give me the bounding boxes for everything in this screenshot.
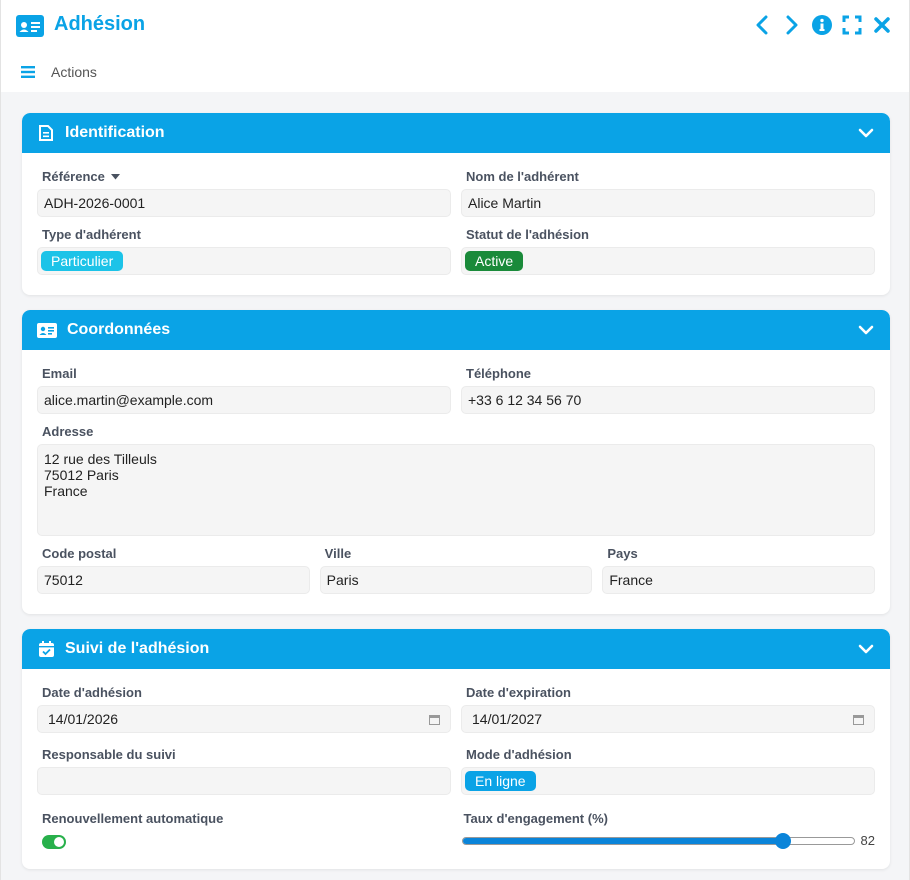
- date-adhesion-field[interactable]: 14/01/2026: [37, 705, 451, 733]
- chevron-left-icon: [756, 15, 768, 35]
- chevron-down-icon[interactable]: [856, 639, 876, 659]
- info-button[interactable]: [811, 14, 833, 36]
- mode-badge: En ligne: [465, 771, 536, 791]
- reference-field[interactable]: ADH-2026-0001: [37, 189, 451, 217]
- engagement-label: Taux d'engagement (%): [463, 811, 608, 826]
- close-button[interactable]: [871, 14, 893, 36]
- code-postal-label: Code postal: [42, 546, 117, 561]
- form-content: Identification Référence ADH-2026-0001 N…: [22, 113, 890, 880]
- telephone-field[interactable]: +33 6 12 34 56 70: [461, 386, 875, 414]
- date-adhesion-label: Date d'adhésion: [42, 685, 142, 700]
- contact-card-icon: [36, 320, 58, 340]
- adresse-field[interactable]: 12 rue des Tilleuls 75012 Paris France: [37, 444, 875, 536]
- caret-down-icon: [110, 174, 120, 180]
- reference-label[interactable]: Référence: [37, 165, 451, 189]
- next-button[interactable]: [781, 14, 803, 36]
- chevron-right-icon: [786, 15, 798, 35]
- slider-fill: [462, 837, 784, 844]
- calendar-check-icon: [36, 639, 56, 659]
- email-field[interactable]: alice.martin@example.com: [37, 386, 451, 414]
- calendar-icon[interactable]: [429, 714, 440, 725]
- ville-field[interactable]: Paris: [319, 566, 593, 594]
- engagement-slider[interactable]: 82: [459, 832, 875, 849]
- fullscreen-button[interactable]: [841, 14, 863, 36]
- adresse-label: Adresse: [42, 424, 94, 439]
- renouvellement-label: Renouvellement automatique: [42, 811, 224, 826]
- slider-track[interactable]: [461, 832, 855, 849]
- slider-value: 82: [860, 833, 875, 848]
- mode-label: Mode d'adhésion: [466, 747, 572, 762]
- status-badge: Active: [465, 251, 524, 271]
- suivi-section: Suivi de l'adhésion Date d'adhésion 14/0…: [22, 629, 890, 869]
- nom-label: Nom de l'adhérent: [466, 169, 579, 184]
- date-expiration-label: Date d'expiration: [466, 685, 571, 700]
- email-label: Email: [42, 366, 77, 381]
- date-expiration-value: 14/01/2027: [472, 711, 543, 727]
- actions-label: Actions: [51, 64, 97, 80]
- date-expiration-field[interactable]: 14/01/2027: [461, 705, 875, 733]
- pays-field[interactable]: France: [602, 566, 876, 594]
- responsable-label: Responsable du suivi: [42, 747, 176, 762]
- chevron-down-icon[interactable]: [856, 320, 876, 340]
- chevron-down-icon[interactable]: [856, 123, 876, 143]
- statut-field[interactable]: Active: [461, 247, 875, 275]
- window-controls: [751, 14, 893, 36]
- code-postal-field[interactable]: 75012: [37, 566, 310, 594]
- calendar-icon[interactable]: [853, 714, 864, 725]
- date-adhesion-value: 14/01/2026: [48, 711, 119, 727]
- telephone-label: Téléphone: [466, 366, 532, 381]
- document-icon: [36, 123, 56, 143]
- previous-button[interactable]: [751, 14, 773, 36]
- identification-section: Identification Référence ADH-2026-0001 N…: [22, 113, 890, 295]
- section-title: Suivi de l'adhésion: [65, 640, 210, 657]
- identification-header[interactable]: Identification: [22, 113, 890, 153]
- slider-thumb[interactable]: [775, 832, 792, 849]
- section-title: Coordonnées: [67, 321, 171, 338]
- coordonnees-header[interactable]: Coordonnées: [22, 310, 890, 350]
- app-window: Adhésion Actions Identification Référenc…: [0, 0, 910, 880]
- statut-label: Statut de l'adhésion: [466, 227, 589, 242]
- renouvellement-toggle[interactable]: [42, 835, 66, 849]
- close-icon: [874, 17, 890, 33]
- coordonnees-section: Coordonnées Email alice.martin@example.c…: [22, 310, 890, 614]
- ville-label: Ville: [324, 546, 352, 561]
- suivi-header[interactable]: Suivi de l'adhésion: [22, 629, 890, 669]
- pays-label: Pays: [607, 546, 638, 561]
- mode-field[interactable]: En ligne: [461, 767, 875, 795]
- info-icon: [812, 15, 832, 35]
- responsable-field[interactable]: [37, 767, 451, 795]
- section-title: Identification: [65, 124, 165, 141]
- fullscreen-icon: [842, 15, 862, 35]
- title-bar: Adhésion Actions: [1, 0, 909, 92]
- nom-field[interactable]: Alice Martin: [461, 189, 875, 217]
- id-card-icon: [16, 15, 44, 37]
- menu-icon: [21, 66, 35, 78]
- type-field[interactable]: Particulier: [37, 247, 451, 275]
- window-title: Adhésion: [54, 13, 146, 35]
- actions-menu[interactable]: Actions: [21, 64, 97, 80]
- type-badge: Particulier: [41, 251, 124, 271]
- type-label: Type d'adhérent: [42, 227, 141, 242]
